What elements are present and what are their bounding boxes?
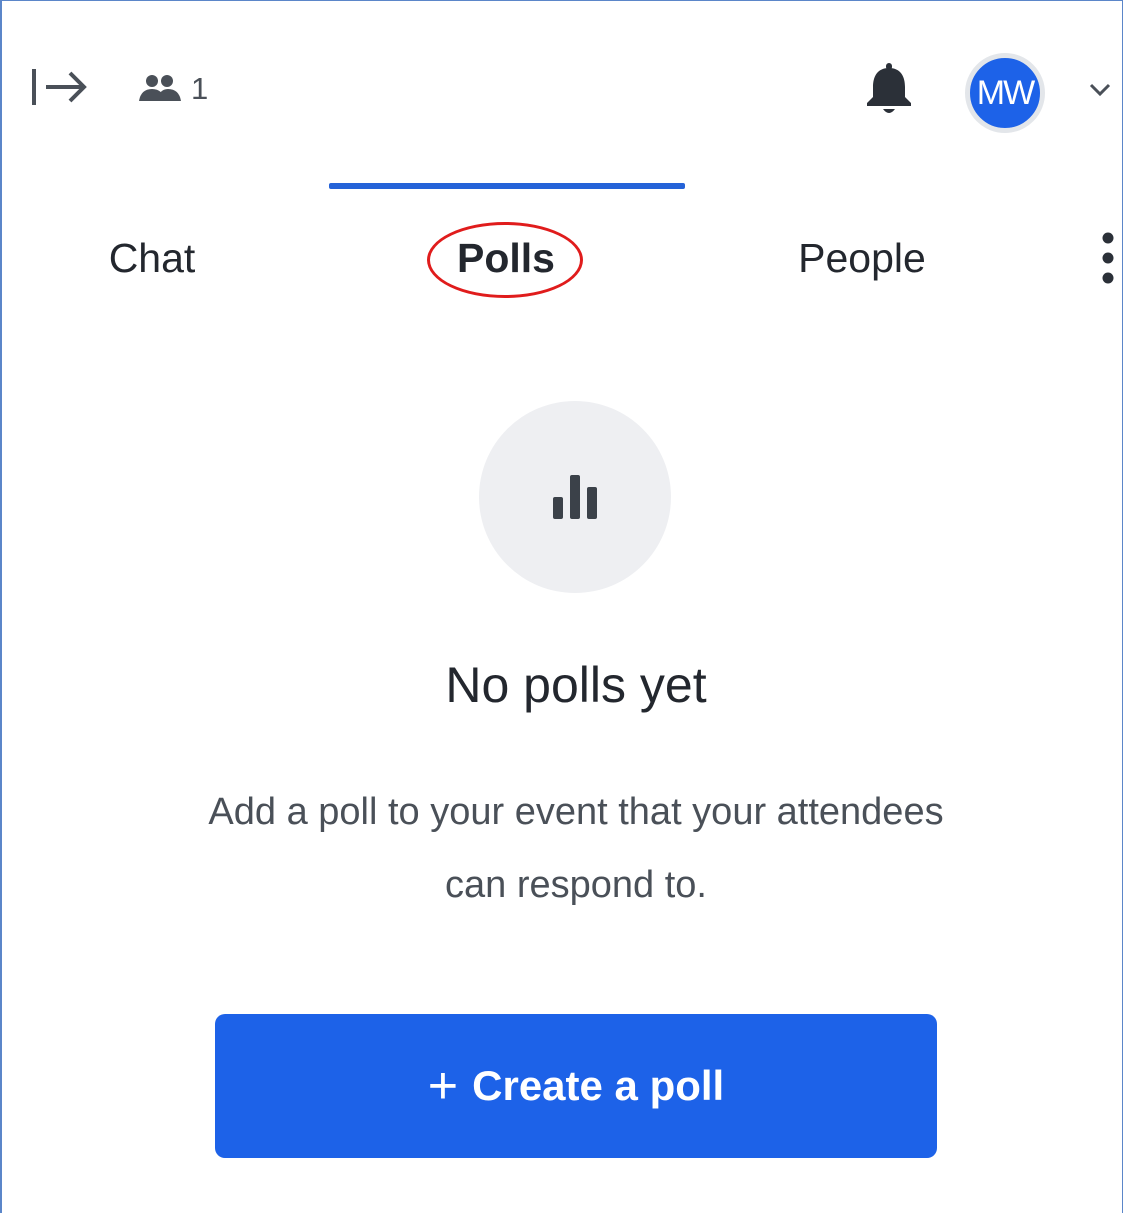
create-poll-button[interactable]: + Create a poll xyxy=(215,1014,937,1158)
tab-polls[interactable]: Polls xyxy=(420,228,592,288)
tab-people[interactable]: People xyxy=(762,228,962,288)
more-vertical-icon xyxy=(1102,232,1114,284)
panel-header: 1 MW xyxy=(2,1,1123,171)
avatar[interactable]: MW xyxy=(965,53,1045,133)
empty-state-title: No polls yet xyxy=(445,657,707,713)
attendee-count: 1 xyxy=(191,71,209,106)
people-icon xyxy=(139,75,181,101)
collapse-right-icon xyxy=(32,69,87,105)
account-menu-toggle[interactable] xyxy=(1085,77,1115,103)
collapse-panel-button[interactable] xyxy=(30,63,90,111)
tab-bar: Chat Polls People xyxy=(2,176,1123,306)
account-menu[interactable]: MW xyxy=(965,53,1068,141)
tab-chat[interactable]: Chat xyxy=(82,228,222,288)
active-tab-indicator xyxy=(329,183,685,189)
polls-panel: 1 MW Chat Polls People No polls yet Add … xyxy=(0,0,1123,1213)
attendee-counter[interactable]: 1 xyxy=(135,67,208,111)
chevron-down-icon xyxy=(1089,83,1111,97)
empty-state-description: Add a poll to your event that your atten… xyxy=(208,791,944,906)
more-options-button[interactable] xyxy=(1092,228,1123,294)
plus-icon: + xyxy=(427,1057,459,1115)
bell-icon xyxy=(867,63,911,113)
empty-state-icon xyxy=(479,401,671,593)
bar-chart-icon xyxy=(553,475,597,519)
create-poll-label: Create a poll xyxy=(472,1062,725,1109)
notifications-button[interactable] xyxy=(858,59,920,119)
